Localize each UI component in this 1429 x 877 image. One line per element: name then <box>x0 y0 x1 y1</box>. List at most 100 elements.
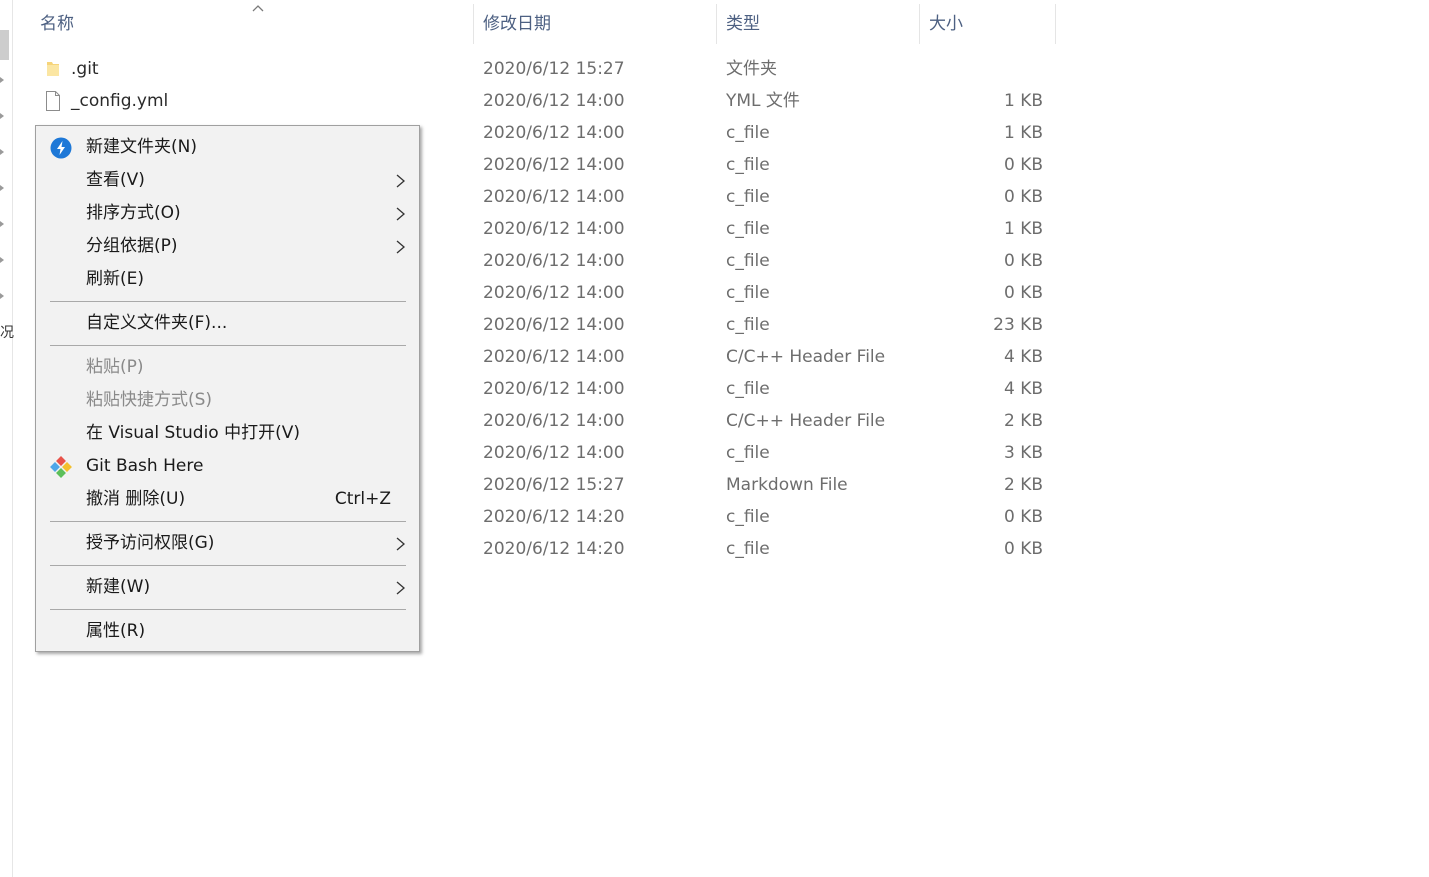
file-size: 1 KB <box>1003 123 1043 143</box>
menu-item-new-folder[interactable]: 新建文件夹(N) <box>36 131 419 164</box>
file-type: c_file <box>726 219 770 239</box>
menu-separator <box>50 565 406 566</box>
file-size: 4 KB <box>1003 347 1043 367</box>
file-size: 0 KB <box>1003 539 1043 559</box>
file-date: 2020/6/12 14:00 <box>483 347 625 367</box>
new-folder-badge-icon <box>50 137 72 159</box>
expand-arrow-icon[interactable] <box>0 293 4 299</box>
file-type: c_file <box>726 155 770 175</box>
file-date: 2020/6/12 14:00 <box>483 219 625 239</box>
file-size: 0 KB <box>1003 251 1043 271</box>
file-row[interactable]: _config.yml 2020/6/12 14:00 YML 文件 1 KB <box>12 85 1055 117</box>
expand-arrow-icon[interactable] <box>0 257 4 263</box>
expand-arrow-icon[interactable] <box>0 113 4 119</box>
menu-separator <box>50 345 406 346</box>
file-date: 2020/6/12 14:00 <box>483 123 625 143</box>
file-date: 2020/6/12 14:00 <box>483 155 625 175</box>
menu-item-undo-delete[interactable]: 撤消 删除(U) Ctrl+Z <box>36 483 419 516</box>
file-type: c_file <box>726 315 770 335</box>
file-type: c_file <box>726 283 770 303</box>
menu-item-customize-folder[interactable]: 自定义文件夹(F)... <box>36 307 419 340</box>
file-type: c_file <box>726 443 770 463</box>
file-size: 23 KB <box>993 315 1043 335</box>
menu-item-label: 粘贴快捷方式(S) <box>86 390 213 410</box>
menu-separator <box>50 521 406 522</box>
file-size: 2 KB <box>1003 411 1043 431</box>
file-date: 2020/6/12 15:27 <box>483 475 625 495</box>
file-date: 2020/6/12 14:00 <box>483 251 625 271</box>
column-header-date[interactable]: 修改日期 <box>473 0 716 44</box>
file-icon <box>46 91 60 111</box>
context-menu: 新建文件夹(N) 查看(V) 排序方式(O) 分组依据(P) 刷新(E) 自定义… <box>35 125 420 652</box>
file-size: 0 KB <box>1003 187 1043 207</box>
file-size: 0 KB <box>1003 283 1043 303</box>
expand-arrow-icon[interactable] <box>0 185 4 191</box>
menu-item-group-by[interactable]: 分组依据(P) <box>36 230 419 263</box>
file-date: 2020/6/12 14:00 <box>483 315 625 335</box>
file-size: 2 KB <box>1003 475 1043 495</box>
menu-item-properties[interactable]: 属性(R) <box>36 615 419 648</box>
file-type: C/C++ Header File <box>726 347 886 367</box>
menu-item-label: 属性(R) <box>86 621 146 641</box>
menu-item-label: 撤消 删除(U) <box>86 489 186 509</box>
shortcut-hint: Ctrl+Z <box>334 489 391 509</box>
menu-item-label: 新建(W) <box>86 577 151 597</box>
file-date: 2020/6/12 14:00 <box>483 91 625 111</box>
file-size: 0 KB <box>1003 507 1043 527</box>
menu-item-open-in-visual-studio[interactable]: 在 Visual Studio 中打开(V) <box>36 417 419 450</box>
file-date: 2020/6/12 14:00 <box>483 411 625 431</box>
menu-separator <box>50 609 406 610</box>
expand-arrow-icon[interactable] <box>0 149 4 155</box>
chevron-right-icon <box>396 207 405 221</box>
menu-item-refresh[interactable]: 刷新(E) <box>36 263 419 296</box>
menu-item-view[interactable]: 查看(V) <box>36 164 419 197</box>
chevron-right-icon <box>396 174 405 188</box>
nav-scrollbar-thumb[interactable] <box>0 30 9 60</box>
menu-item-new[interactable]: 新建(W) <box>36 571 419 604</box>
column-divider[interactable] <box>1055 4 1056 44</box>
file-type: YML 文件 <box>726 91 800 111</box>
file-type: c_file <box>726 251 770 271</box>
menu-item-paste-shortcut[interactable]: 粘贴快捷方式(S) <box>36 384 419 417</box>
git-bash-icon <box>50 456 72 478</box>
column-header-size[interactable]: 大小 <box>919 0 1055 44</box>
menu-item-label: 在 Visual Studio 中打开(V) <box>86 423 301 443</box>
expand-arrow-icon[interactable] <box>0 221 4 227</box>
menu-item-label: 刷新(E) <box>86 269 145 289</box>
file-type: c_file <box>726 507 770 527</box>
file-type: c_file <box>726 187 770 207</box>
menu-item-git-bash-here[interactable]: Git Bash Here <box>36 450 419 483</box>
file-name: .git <box>71 59 99 79</box>
folder-icon <box>47 62 59 76</box>
file-size: 1 KB <box>1003 91 1043 111</box>
menu-item-label: 授予访问权限(G) <box>86 533 215 553</box>
file-type: Markdown File <box>726 475 848 495</box>
file-type: c_file <box>726 123 770 143</box>
menu-item-label: 排序方式(O) <box>86 203 181 223</box>
file-type: 文件夹 <box>726 59 777 79</box>
chevron-right-icon <box>396 240 405 254</box>
menu-item-give-access[interactable]: 授予访问权限(G) <box>36 527 419 560</box>
menu-item-label: 自定义文件夹(F)... <box>86 313 228 333</box>
file-size: 3 KB <box>1003 443 1043 463</box>
expand-arrow-icon[interactable] <box>0 77 4 83</box>
file-name: _config.yml <box>71 91 169 111</box>
file-row[interactable]: .git 2020/6/12 15:27 文件夹 <box>12 53 1055 85</box>
file-date: 2020/6/12 14:20 <box>483 539 625 559</box>
menu-item-sort-by[interactable]: 排序方式(O) <box>36 197 419 230</box>
column-header-type[interactable]: 类型 <box>716 0 919 44</box>
menu-separator <box>50 301 406 302</box>
menu-item-label: Git Bash Here <box>86 456 204 476</box>
file-size: 0 KB <box>1003 155 1043 175</box>
file-date: 2020/6/12 14:00 <box>483 187 625 207</box>
menu-item-paste[interactable]: 粘贴(P) <box>36 351 419 384</box>
menu-item-label: 粘贴(P) <box>86 357 144 377</box>
file-size: 1 KB <box>1003 219 1043 239</box>
file-date: 2020/6/12 14:00 <box>483 283 625 303</box>
chevron-right-icon <box>396 581 405 595</box>
file-size: 4 KB <box>1003 379 1043 399</box>
chevron-right-icon <box>396 537 405 551</box>
file-date: 2020/6/12 14:20 <box>483 507 625 527</box>
menu-item-label: 查看(V) <box>86 170 145 190</box>
file-type: c_file <box>726 379 770 399</box>
